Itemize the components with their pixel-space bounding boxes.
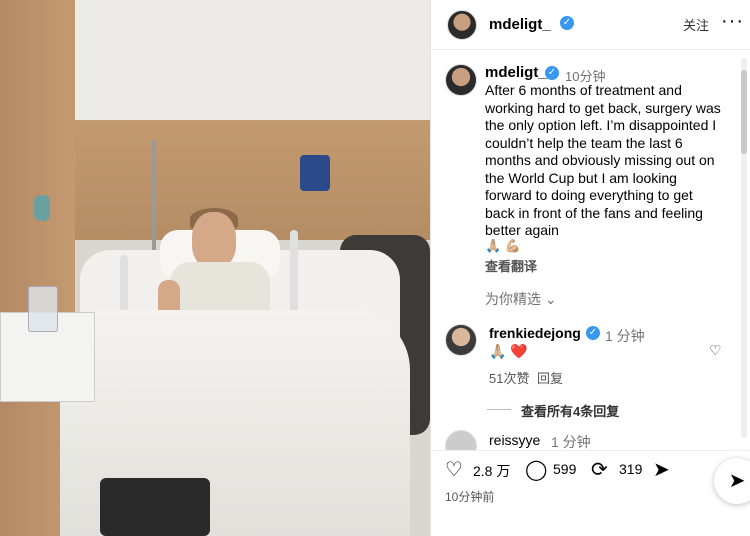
view-replies-divider [487,409,511,410]
comment-username[interactable]: reissyye [489,432,540,448]
reply-button[interactable]: 回复 [537,368,563,387]
reposts-count[interactable]: 319 [619,461,642,477]
translate-link[interactable]: 查看翻译 [485,256,537,275]
verified-badge-icon: ✓ [586,326,600,340]
wall-upper [75,0,430,120]
likes-count[interactable]: 2.8 万 [473,461,510,481]
posted-time: 10分钟前 [445,490,495,504]
send-icon[interactable]: ➤ [653,457,670,482]
medical-monitor [300,155,330,191]
view-replies-button[interactable]: 查看所有4条回复 [521,401,619,420]
chevron-down-icon: ⌄ [544,291,557,307]
header-username[interactable]: mdeligt_ [489,16,551,33]
comment-likes[interactable]: 51次赞 [489,368,529,387]
verified-badge-icon: ✓ [560,16,574,30]
heart-icon[interactable]: ♡ [709,342,722,359]
comment-avatar[interactable] [445,324,477,356]
knee-device [100,478,210,536]
iv-pole [152,140,156,250]
post-actions-bar: ♡ 2.8 万 ◯ 599 ⟳ 319 ➤ [431,450,750,490]
comments-count[interactable]: 599 [553,461,576,477]
comment-time: 1 分钟 [605,328,645,344]
comment-icon[interactable]: ◯ [525,457,547,482]
comment-username[interactable]: frenkiedejong [489,325,581,341]
caption-username[interactable]: mdeligt_ [485,64,547,81]
for-you-label: 为你精选 [485,291,541,307]
patient-head [192,212,236,268]
scrollbar-thumb[interactable] [741,70,747,154]
comment-text: 🙏🏼 ❤️ [489,343,528,359]
oxygen-mask [34,195,50,221]
heart-icon[interactable]: ♡ [445,457,463,482]
verified-badge-icon: ✓ [545,66,559,80]
more-options-icon[interactable]: ··· [721,10,744,33]
avatar[interactable] [447,10,477,40]
caption-avatar[interactable] [445,64,477,96]
post-header: mdeligt_ ✓ 关注 ··· [431,0,750,50]
wood-wall-band [75,120,430,240]
follow-button[interactable]: 关注 [683,15,709,34]
comment-time: 1 分钟 [551,434,591,450]
post-photo[interactable] [0,0,430,536]
caption-emojis: 🙏🏼 💪🏼 [485,238,521,253]
for-you-filter[interactable]: 为你精选 ⌄ [485,289,557,309]
repost-icon[interactable]: ⟳ [591,457,608,482]
caption-text: After 6 months of treatment and working … [485,82,721,238]
water-jug [28,286,58,332]
post-panel: mdeligt_ ✓ 关注 ··· mdeligt_ ✓ 10分钟 After … [430,0,750,536]
